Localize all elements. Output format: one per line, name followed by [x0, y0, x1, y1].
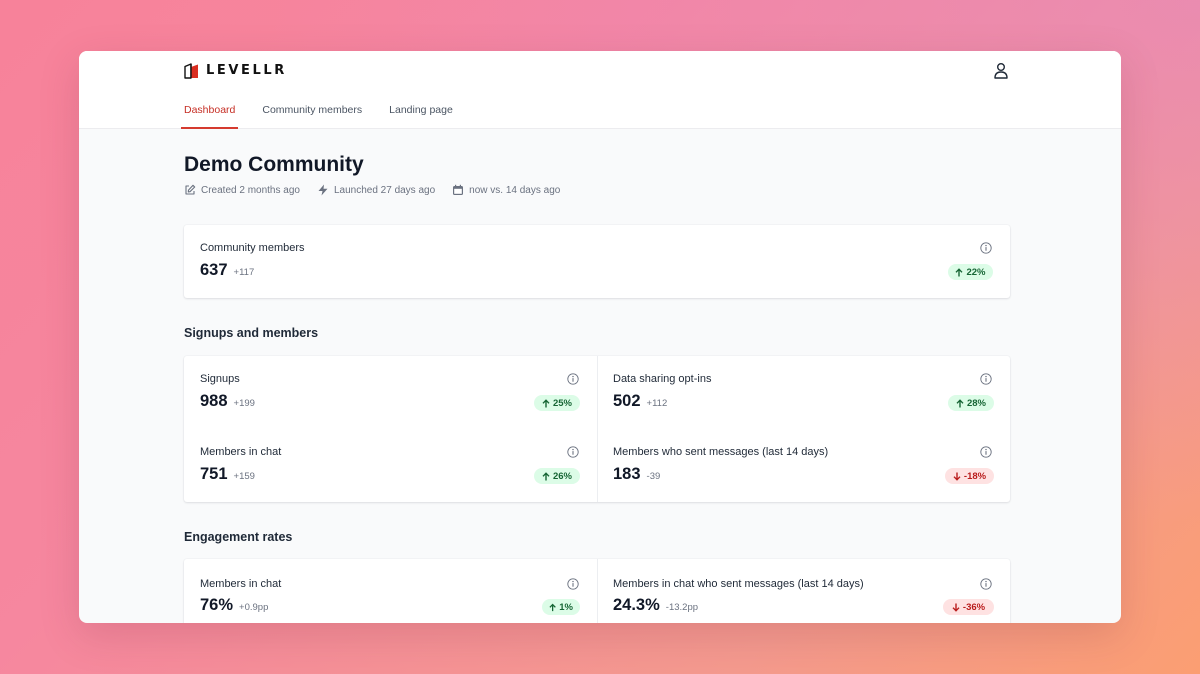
meta-created: Created 2 months ago: [184, 184, 300, 196]
stat-delta: +0.9pp: [239, 602, 269, 613]
stat-value-row: 183 -39: [613, 465, 660, 484]
stat-number: 751: [200, 465, 228, 483]
tab-dashboard[interactable]: Dashboard: [180, 100, 239, 129]
info-icon[interactable]: [567, 578, 579, 590]
tab-landing-page[interactable]: Landing page: [389, 100, 453, 129]
stat-number: 183: [613, 465, 641, 483]
logo[interactable]: LEVELLR: [184, 62, 287, 79]
stat-delta: +159: [233, 471, 255, 482]
community-meta: Created 2 months ago Launched 27 days ag…: [184, 184, 560, 196]
stat-value-row: 502 +112: [613, 392, 667, 411]
stat-value-row: 76% +0.9pp: [200, 596, 268, 615]
stat-delta: +112: [646, 398, 668, 409]
meta-launched: Launched 27 days ago: [317, 184, 435, 196]
stat-signups: Signups 988 +199 25%: [184, 356, 597, 429]
info-icon[interactable]: [980, 446, 992, 458]
change-badge: 22%: [948, 264, 993, 280]
levellr-logo-icon: [184, 63, 198, 79]
bolt-icon: [318, 184, 328, 196]
info-icon[interactable]: [980, 242, 992, 254]
change-value: 1%: [559, 601, 573, 613]
stat-number: 502: [613, 392, 641, 410]
stat-number: 24.3%: [613, 596, 660, 614]
stat-delta: +117: [233, 267, 255, 278]
change-value: 25%: [552, 397, 572, 409]
section-title-signups: Signups and members: [184, 326, 319, 340]
stat-label: Data sharing opt-ins: [613, 373, 712, 385]
stat-engagement-sent-messages: Members in chat who sent messages (last …: [597, 559, 1010, 623]
stat-data-sharing-opt-ins: Data sharing opt-ins 502 +112 28%: [597, 356, 1010, 429]
logo-text: LEVELLR: [206, 63, 287, 78]
arrow-down-icon: [953, 472, 961, 481]
stat-number: 76%: [200, 596, 234, 614]
user-account-icon[interactable]: [993, 62, 1009, 79]
stat-label: Signups: [200, 373, 240, 385]
calendar-icon: [453, 184, 464, 195]
stat-value-row: 24.3% -13.2pp: [613, 596, 698, 615]
stat-number: 988: [200, 392, 228, 410]
main-tabs: Dashboard Community members Landing page: [180, 100, 453, 129]
stat-label: Members in chat: [200, 578, 282, 590]
page-title: Demo Community: [184, 153, 364, 176]
stat-value-row: 988 +199: [200, 392, 255, 411]
signups-members-card: Signups 988 +199 25% Data sharing opt-in…: [184, 356, 1010, 502]
change-value: -36%: [962, 601, 986, 613]
arrow-up-icon: [956, 398, 964, 407]
change-value: 22%: [966, 266, 986, 278]
change-value: 26%: [552, 470, 572, 482]
change-badge: -18%: [945, 468, 994, 484]
change-badge: 28%: [948, 395, 994, 411]
arrow-up-icon: [542, 471, 550, 480]
change-badge: -36%: [943, 599, 994, 615]
stat-label: Members who sent messages (last 14 days): [613, 446, 829, 458]
stat-delta: +199: [233, 398, 255, 409]
change-badge: 26%: [534, 468, 580, 484]
tab-community-members[interactable]: Community members: [262, 100, 362, 129]
stat-engagement-members-in-chat: Members in chat 76% +0.9pp 1%: [184, 559, 597, 623]
arrow-up-icon: [542, 398, 550, 407]
stat-members-in-chat: Members in chat 751 +159 26%: [184, 429, 597, 502]
edit-icon: [185, 184, 196, 195]
change-badge: 1%: [542, 599, 580, 615]
info-icon[interactable]: [567, 446, 579, 458]
arrow-up-icon: [955, 267, 963, 276]
meta-period: now vs. 14 days ago: [452, 184, 560, 196]
change-badge: 25%: [534, 395, 580, 411]
engagement-rates-card: Members in chat 76% +0.9pp 1% Members in…: [184, 559, 1010, 623]
meta-launched-text: Launched 27 days ago: [333, 184, 436, 196]
arrow-up-icon: [549, 603, 556, 611]
stat-label: Members in chat who sent messages (last …: [613, 578, 864, 590]
stat-community-members: Community members 637 +117 22%: [184, 225, 1010, 298]
info-icon[interactable]: [980, 373, 992, 385]
top-navigation-bar: LEVELLR Dashboard Community members Land…: [79, 51, 1121, 129]
app-window: LEVELLR Dashboard Community members Land…: [79, 51, 1121, 623]
stat-label: Members in chat: [200, 446, 282, 458]
meta-period-text: now vs. 14 days ago: [469, 184, 561, 196]
stat-delta: -13.2pp: [665, 602, 699, 613]
stat-label: Community members: [200, 242, 305, 254]
stat-value-row: 751 +159: [200, 465, 255, 484]
stat-members-sent-messages: Members who sent messages (last 14 days)…: [597, 429, 1010, 502]
stat-number: 637: [200, 261, 228, 279]
stat-delta: -39: [646, 471, 661, 482]
change-value: 28%: [966, 397, 986, 409]
community-members-card: Community members 637 +117 22%: [184, 225, 1010, 298]
info-icon[interactable]: [567, 373, 579, 385]
stat-value-row: 637 +117: [200, 261, 254, 280]
meta-created-text: Created 2 months ago: [201, 184, 300, 196]
arrow-down-icon: [952, 603, 960, 612]
section-title-engagement: Engagement rates: [184, 530, 293, 544]
info-icon[interactable]: [980, 578, 992, 590]
change-value: -18%: [963, 470, 987, 482]
